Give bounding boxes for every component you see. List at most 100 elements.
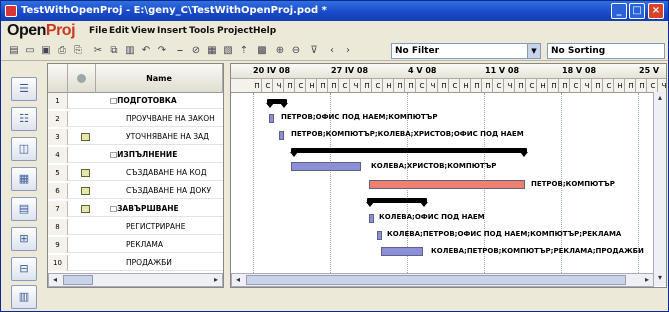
print-icon[interactable]: ⎙ bbox=[55, 44, 69, 57]
gantt-view-icon[interactable]: ☰ bbox=[11, 77, 37, 101]
day-label: С bbox=[495, 79, 504, 93]
task-name[interactable]: ПРОДАЖБИ bbox=[126, 255, 223, 271]
toolbar: ▤ ▭ ▣ ⎙ ⎘ ✂ ⧉ ▥ ↶ ↷ ⎯ ⊘ ▦ ▧ ⇡ ▩ ⊕ ⊖ ⊽ ‹ … bbox=[1, 41, 668, 61]
menu-project[interactable]: Project bbox=[217, 26, 253, 36]
task-usage-icon[interactable]: ⊟ bbox=[11, 257, 37, 281]
task-name[interactable]: СЪЗДАВАНЕ НА ДОКУ bbox=[126, 183, 223, 199]
day-label: П bbox=[330, 79, 339, 93]
summary-bar[interactable] bbox=[290, 148, 528, 157]
window-title: TestWithOpenProj - E:\geny_C\TestWithOpe… bbox=[21, 5, 327, 16]
table-row[interactable]: 1 □ПОДГОТОВКА bbox=[48, 93, 223, 109]
table-row[interactable]: 5 СЪЗДАВАНЕ НА КОД bbox=[48, 165, 223, 181]
resource-usage-icon[interactable]: ▥ bbox=[11, 285, 37, 309]
task-bar[interactable] bbox=[369, 180, 525, 189]
scroll-right-arrow-icon[interactable]: ▸ bbox=[641, 274, 653, 286]
table-row[interactable]: 3 УТОЧНЯВАНЕ НА ЗАД bbox=[48, 129, 223, 145]
note-icon[interactable] bbox=[81, 205, 90, 213]
task-bar[interactable] bbox=[377, 231, 382, 240]
row-number: 3 bbox=[48, 129, 68, 145]
scroll-up-arrow-icon[interactable]: ▴ bbox=[654, 92, 666, 104]
zoom-in-icon[interactable]: ⊕ bbox=[273, 44, 287, 57]
summary-bar[interactable] bbox=[266, 99, 288, 108]
week-label: 11 V 08 bbox=[485, 66, 520, 75]
table-row[interactable]: 4 □ИЗПЪЛНЕНИЕ bbox=[48, 147, 223, 163]
table-row[interactable]: 7 □ЗАВЪРШВАНЕ bbox=[48, 201, 223, 217]
app-window: TestWithOpenProj - E:\geny_C\TestWithOpe… bbox=[0, 0, 669, 312]
insert-task-icon[interactable]: ⇡ bbox=[237, 44, 251, 57]
resource-label: ПЕТРОВ;КОМПЮТЪР bbox=[531, 180, 615, 188]
close-button[interactable]: × bbox=[648, 3, 664, 19]
scroll-right-icon[interactable]: › bbox=[341, 44, 355, 57]
table-hscrollbar[interactable]: ◂ ▸ bbox=[48, 273, 223, 287]
print-preview-icon[interactable]: ⎘ bbox=[71, 44, 85, 57]
note-icon[interactable] bbox=[81, 169, 90, 177]
task-name[interactable]: □ИЗПЪЛНЕНИЕ bbox=[110, 147, 223, 163]
task-bar[interactable] bbox=[381, 247, 423, 256]
table-row[interactable]: 6 СЪЗДАВАНЕ НА ДОКУ bbox=[48, 183, 223, 199]
rbs-view-icon[interactable]: ▤ bbox=[11, 197, 37, 221]
link-icon[interactable]: ⎯ bbox=[173, 44, 187, 57]
summary-bar[interactable] bbox=[366, 198, 428, 207]
wbs-view-icon[interactable]: ▦ bbox=[11, 167, 37, 191]
row-number: 6 bbox=[48, 183, 68, 199]
table-row[interactable]: 9 РЕКЛАМА bbox=[48, 237, 223, 253]
resources-view-icon[interactable]: ◫ bbox=[11, 137, 37, 161]
task-name[interactable]: □ПОДГОТОВКА bbox=[110, 93, 223, 109]
menu-view[interactable]: View bbox=[131, 26, 155, 36]
menu-insert[interactable]: Insert bbox=[157, 26, 187, 36]
save-icon[interactable]: ▣ bbox=[39, 44, 53, 57]
day-label: П bbox=[484, 79, 493, 93]
copy-icon[interactable]: ⧉ bbox=[107, 44, 121, 57]
menu-help[interactable]: Help bbox=[253, 26, 276, 36]
week-label: 18 V 08 bbox=[562, 66, 597, 75]
task-name[interactable]: УТОЧНЯВАНЕ НА ЗАД bbox=[126, 129, 223, 145]
menu-edit[interactable]: Edit bbox=[109, 26, 129, 36]
outdent-icon[interactable]: ▧ bbox=[221, 44, 235, 57]
paste-icon[interactable]: ▥ bbox=[123, 44, 137, 57]
task-name[interactable]: РЕКЛАМА bbox=[126, 237, 223, 253]
new-project-icon[interactable]: ▤ bbox=[7, 44, 21, 57]
task-bar[interactable] bbox=[369, 214, 374, 223]
indent-icon[interactable]: ▦ bbox=[205, 44, 219, 57]
gantt-hscrollbar[interactable]: ◂ ▸ bbox=[231, 273, 654, 287]
report-view-icon[interactable]: ⊞ bbox=[11, 227, 37, 251]
table-row[interactable]: 8 РЕГИСТРИРАНЕ bbox=[48, 219, 223, 235]
gantt-vscrollbar[interactable]: ▴ ▾ bbox=[653, 92, 666, 286]
filter-value: No Filter bbox=[395, 46, 440, 56]
open-folder-icon[interactable]: ▭ bbox=[23, 44, 37, 57]
table-row[interactable]: 2 ПРОУЧВАНЕ НА ЗАКОН bbox=[48, 111, 223, 127]
network-view-icon[interactable]: ☷ bbox=[11, 107, 37, 131]
task-name[interactable]: СЪЗДАВАНЕ НА КОД bbox=[126, 165, 223, 181]
task-bar[interactable] bbox=[269, 114, 274, 123]
zoom-out-icon[interactable]: ⊖ bbox=[289, 44, 303, 57]
scroll-left-icon[interactable]: ‹ bbox=[325, 44, 339, 57]
task-name[interactable]: □ЗАВЪРШВАНЕ bbox=[110, 201, 223, 217]
scroll-thumb[interactable] bbox=[246, 275, 626, 285]
note-icon[interactable] bbox=[81, 133, 90, 141]
menu-file[interactable]: File bbox=[89, 26, 107, 36]
task-name[interactable]: РЕГИСТРИРАНЕ bbox=[126, 219, 223, 235]
task-bar[interactable] bbox=[279, 131, 284, 140]
task-bar[interactable] bbox=[291, 162, 361, 171]
sorting-dropdown[interactable]: No Sorting bbox=[547, 43, 665, 59]
undo-icon[interactable]: ↶ bbox=[139, 44, 153, 57]
scroll-left-arrow-icon[interactable]: ◂ bbox=[49, 274, 61, 286]
filter-dropdown[interactable]: No Filter ▼ bbox=[391, 43, 541, 59]
note-icon[interactable] bbox=[81, 187, 90, 195]
table-row[interactable]: 10 ПРОДАЖБИ bbox=[48, 255, 223, 271]
cut-icon[interactable]: ✂ bbox=[91, 44, 105, 57]
scroll-down-arrow-icon[interactable]: ▾ bbox=[654, 272, 666, 284]
minimize-button[interactable]: _ bbox=[611, 3, 627, 19]
header-name[interactable]: Name bbox=[96, 64, 223, 93]
redo-icon[interactable]: ↷ bbox=[155, 44, 169, 57]
maximize-button[interactable]: □ bbox=[629, 3, 645, 19]
scroll-left-arrow-icon[interactable]: ◂ bbox=[232, 274, 244, 286]
unlink-icon[interactable]: ⊘ bbox=[189, 44, 203, 57]
header-id bbox=[48, 64, 68, 93]
menu-tools[interactable]: Tools bbox=[189, 26, 215, 36]
filter-icon[interactable]: ⊽ bbox=[307, 44, 321, 57]
task-name[interactable]: ПРОУЧВАНЕ НА ЗАКОН bbox=[126, 111, 223, 127]
scroll-right-arrow-icon[interactable]: ▸ bbox=[210, 274, 222, 286]
calendar-icon[interactable]: ▩ bbox=[255, 44, 269, 57]
scroll-thumb[interactable] bbox=[63, 275, 93, 285]
